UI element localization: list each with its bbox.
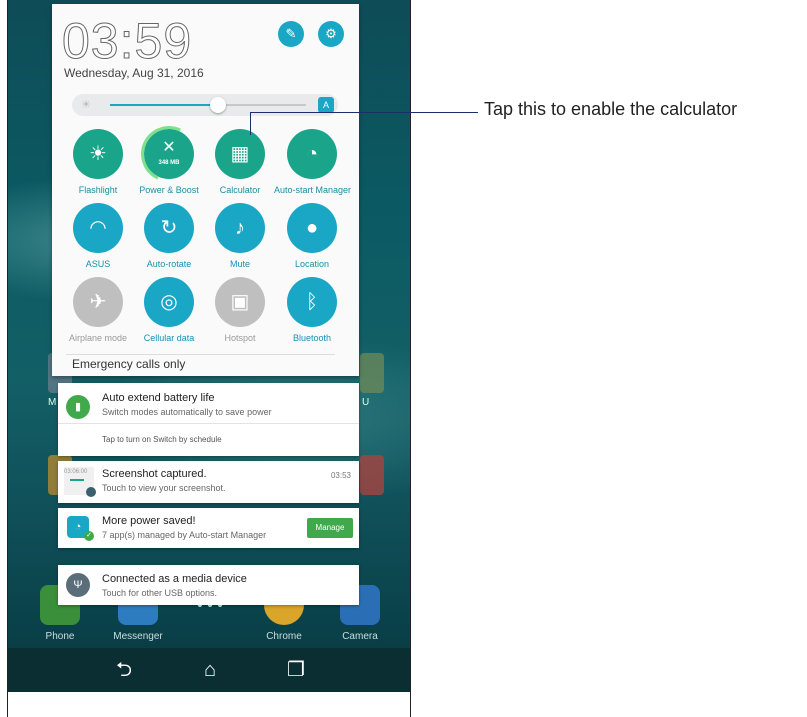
quick-tile-label: Power & Boost	[139, 185, 199, 195]
quick-tile-calculator[interactable]: ▦ Calculator	[202, 129, 278, 195]
gauge-icon: ◔	[287, 129, 337, 179]
notification-time: 03:53	[330, 471, 351, 480]
quick-tile-hotspot[interactable]: ▣ Hotspot	[202, 277, 278, 343]
hotspot-icon: ▣	[215, 277, 265, 327]
notification-action[interactable]: Tap to turn on Switch by schedule	[102, 435, 222, 444]
quick-settings-panel: 03:59 Wednesday, Aug 31, 2016 ✎ ⚙ ☀ A ☀ F…	[52, 4, 359, 376]
notification-power[interactable]: ◔ ✓ More power saved! 7 app(s) managed b…	[58, 508, 359, 548]
home-app-label-left: M	[48, 397, 57, 408]
notification-battery[interactable]: ▮ Auto extend battery life Switch modes …	[58, 383, 359, 456]
quick-tile-label: Flashlight	[78, 185, 118, 195]
notification-subtitle: 7 app(s) managed by Auto-start Manager	[102, 530, 267, 540]
quick-tile-label: Hotspot	[224, 333, 256, 343]
back-icon[interactable]: ⮌	[109, 658, 139, 682]
usb-icon: Ψ	[66, 573, 90, 597]
check-badge-icon: ✓	[84, 531, 94, 541]
emergency-calls-text: Emergency calls only	[72, 357, 186, 371]
brightness-knob[interactable]	[209, 97, 226, 113]
thumbnail-time: 03:06:00	[64, 469, 88, 475]
callout-text: Tap this to enable the calculator	[484, 99, 738, 119]
navigation-bar: ⮌ ⌂ ❐	[8, 648, 410, 692]
battery-icon: ▮	[66, 395, 90, 419]
bluetooth-icon: ᛒ	[287, 277, 337, 327]
location-pin-icon: ●	[287, 203, 337, 253]
dock-label-chrome: Chrome	[266, 631, 302, 642]
home-app-tile-right	[360, 353, 384, 393]
auto-brightness-icon[interactable]: A	[318, 97, 334, 113]
brightness-icon: ☀	[81, 99, 91, 111]
boost-icon: ✕ 348 MB	[133, 118, 205, 190]
notification-screenshot[interactable]: 03:06:00 Screenshot captured. Touch to v…	[58, 461, 359, 503]
manage-button[interactable]: Manage	[307, 518, 353, 538]
quick-tile-label: Calculator	[219, 185, 261, 195]
quick-tile-label: Location	[294, 259, 330, 269]
notification-title: Auto extend battery life	[102, 392, 215, 404]
airplane-icon: ✈	[73, 277, 123, 327]
quick-tile-label: ASUS	[85, 259, 111, 269]
screenshot-badge-icon	[86, 487, 96, 497]
brightness-fill	[110, 104, 218, 106]
quick-tile-label: Auto-start Manager	[274, 185, 352, 195]
boost-memory-badge: 348 MB	[158, 160, 180, 166]
brightness-track[interactable]	[110, 97, 306, 113]
home-app-tile-right-2	[360, 455, 384, 495]
dock-label-camera: Camera	[342, 631, 378, 642]
notification-title: Connected as a media device	[102, 573, 247, 585]
globe-data-icon: ◎	[144, 277, 194, 327]
notification-title: Screenshot captured.	[102, 468, 207, 480]
quick-tile-auto-start-manager[interactable]: ◔ Auto-start Manager	[274, 129, 352, 195]
notification-divider	[58, 423, 359, 424]
panel-divider	[66, 354, 335, 355]
callout-line	[250, 112, 478, 113]
rotate-icon: ↻	[144, 203, 194, 253]
quick-tile-power-boost[interactable]: ✕ 348 MB Power & Boost	[131, 118, 207, 195]
dock-label-phone: Phone	[45, 631, 75, 642]
dock-label-messenger: Messenger	[113, 631, 163, 642]
home-icon[interactable]: ⌂	[195, 658, 225, 682]
quick-tile-label: Airplane mode	[68, 333, 128, 343]
notification-subtitle: Touch to view your screenshot.	[102, 483, 226, 493]
speaker-icon: ♪	[215, 203, 265, 253]
recents-icon[interactable]: ❐	[281, 658, 311, 682]
flashlight-icon: ☀	[73, 129, 123, 179]
gear-icon[interactable]: ⚙	[318, 21, 344, 47]
quick-tile-label: Auto-rotate	[146, 259, 192, 269]
notification-usb[interactable]: Ψ Connected as a media device Touch for …	[58, 565, 359, 605]
quick-tile-label: Bluetooth	[292, 333, 332, 343]
edit-icon[interactable]: ✎	[278, 21, 304, 47]
callout-leader	[250, 112, 251, 135]
notification-subtitle: Touch for other USB options.	[102, 588, 218, 598]
quick-tile-asus[interactable]: ◠ ASUS	[60, 203, 136, 269]
quick-tile-cellular-data[interactable]: ◎ Cellular data	[131, 277, 207, 343]
notification-subtitle: Switch modes automatically to save power	[102, 407, 272, 417]
quick-tile-flashlight[interactable]: ☀ Flashlight	[60, 129, 136, 195]
quick-tile-airplane-mode[interactable]: ✈ Airplane mode	[60, 277, 136, 343]
quick-tile-mute[interactable]: ♪ Mute	[202, 203, 278, 269]
clock-date: Wednesday, Aug 31, 2016	[64, 66, 204, 80]
wifi-icon: ◠	[73, 203, 123, 253]
calculator-icon: ▦	[215, 129, 265, 179]
thumbnail-bar	[70, 479, 84, 481]
clock-time: 03:59	[61, 13, 193, 70]
notification-title: More power saved!	[102, 515, 196, 527]
quick-tile-bluetooth[interactable]: ᛒ Bluetooth	[274, 277, 350, 343]
home-app-label-right: U	[362, 397, 370, 408]
quick-tile-label: Cellular data	[143, 333, 195, 343]
quick-tile-label: Mute	[229, 259, 250, 269]
quick-tile-location[interactable]: ● Location	[274, 203, 350, 269]
quick-tile-auto-rotate[interactable]: ↻ Auto-rotate	[131, 203, 207, 269]
